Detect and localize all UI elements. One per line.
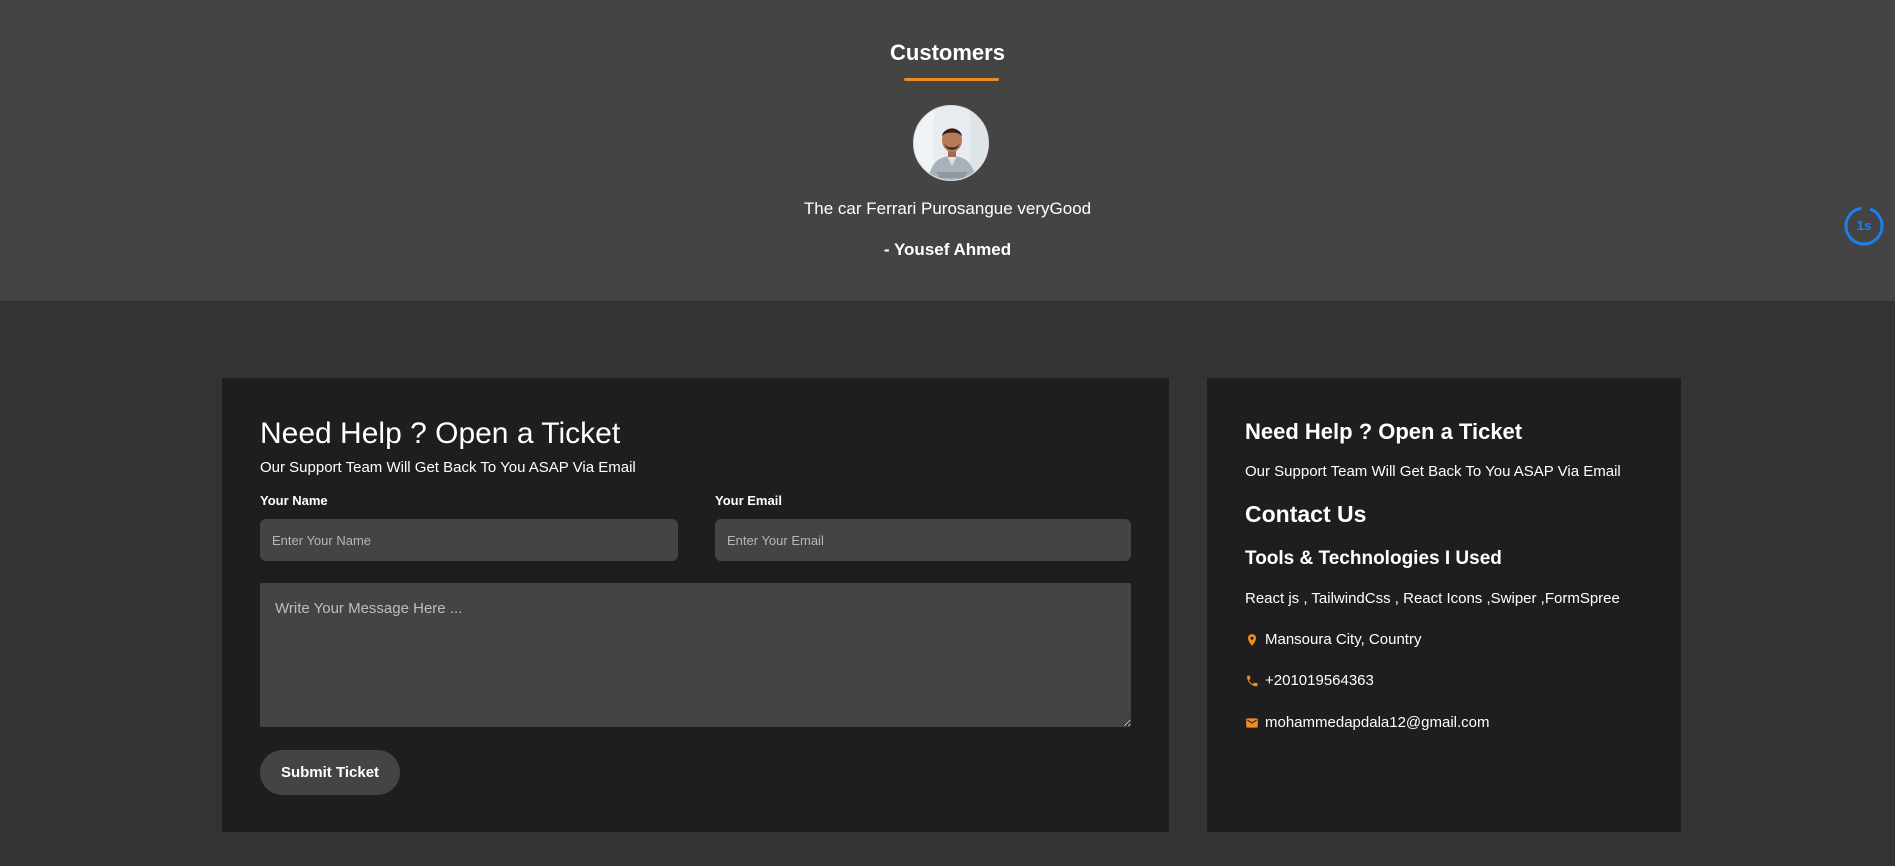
customers-section: Customers The car Ferrari Purosangue ver… xyxy=(0,0,1895,301)
testimonial-quote: The car Ferrari Purosangue veryGood xyxy=(803,199,1092,218)
phone-icon xyxy=(1247,675,1258,686)
email-row: mohammedapdala12@gmail.com xyxy=(1245,714,1490,731)
person-avatar-icon xyxy=(914,106,988,180)
tools-list: React js , TailwindCss , React Icons ,Sw… xyxy=(1245,590,1620,607)
autoplay-timer: 1s xyxy=(1843,205,1885,247)
location-row: Mansoura City, Country xyxy=(1245,631,1421,648)
form-subheading: Our Support Team Will Get Back To You AS… xyxy=(260,459,636,476)
message-textarea[interactable] xyxy=(260,583,1131,727)
form-heading: Need Help ? Open a Ticket xyxy=(260,417,621,450)
name-label: Your Name xyxy=(260,493,328,508)
email-label: Your Email xyxy=(715,493,782,508)
email-text: mohammedapdala12@gmail.com xyxy=(1265,714,1490,731)
envelope-icon xyxy=(1246,717,1258,728)
tools-heading: Tools & Technologies I Used xyxy=(1245,548,1502,569)
phone-text: +201019564363 xyxy=(1265,672,1374,689)
customer-avatar xyxy=(913,105,989,181)
title-underline xyxy=(904,78,999,81)
info-heading: Need Help ? Open a Ticket xyxy=(1245,419,1523,444)
location-pin-icon xyxy=(1247,633,1257,646)
ticket-form-card: Need Help ? Open a Ticket Our Support Te… xyxy=(222,378,1169,832)
location-text: Mansoura City, Country xyxy=(1265,631,1422,648)
phone-row: +201019564363 xyxy=(1245,672,1374,689)
info-subheading: Our Support Team Will Get Back To You AS… xyxy=(1245,463,1621,480)
timer-label: 1s xyxy=(1856,218,1872,233)
testimonial-author: - Yousef Ahmed xyxy=(883,240,1012,259)
email-input[interactable] xyxy=(715,519,1131,561)
submit-ticket-button[interactable]: Submit Ticket xyxy=(260,750,400,795)
name-input[interactable] xyxy=(260,519,678,561)
customers-title: Customers xyxy=(890,40,1005,65)
contact-info-card: Need Help ? Open a Ticket Our Support Te… xyxy=(1207,378,1681,832)
contact-heading: Contact Us xyxy=(1245,501,1367,527)
